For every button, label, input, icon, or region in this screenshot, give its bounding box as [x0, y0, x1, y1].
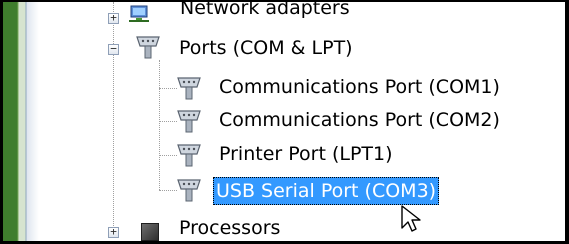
tree-item-label: Ports (COM & LPT)	[179, 37, 353, 59]
mouse-pointer-icon	[401, 205, 421, 232]
tree-item-label-selected: USB Serial Port (COM3)	[213, 177, 440, 205]
device-manager-tree-window: + Network adapters − Ports (COM & LPT) C…	[3, 2, 565, 241]
tree-guide-line	[159, 60, 160, 190]
port-connector-icon	[177, 77, 201, 100]
device-tree: + Network adapters − Ports (COM & LPT) C…	[3, 2, 565, 241]
processor-chip-icon	[141, 223, 159, 241]
port-connector-icon	[177, 110, 201, 133]
tree-item-label: Communications Port (COM1)	[219, 76, 500, 98]
collapse-button[interactable]: −	[108, 43, 119, 55]
tree-item-label: Printer Port (LPT1)	[219, 143, 393, 165]
expand-button[interactable]: +	[108, 12, 119, 24]
port-connector-icon	[177, 144, 201, 167]
expand-button[interactable]: +	[108, 226, 119, 238]
port-connector-icon	[177, 179, 201, 202]
network-adapter-icon	[129, 5, 149, 22]
tree-guide-line	[113, 2, 114, 234]
port-connector-icon	[136, 36, 160, 59]
tree-item-label: Network adapters	[180, 2, 350, 19]
tree-item-label: Processors	[179, 217, 281, 239]
tree-item-label: Communications Port (COM2)	[219, 109, 500, 131]
